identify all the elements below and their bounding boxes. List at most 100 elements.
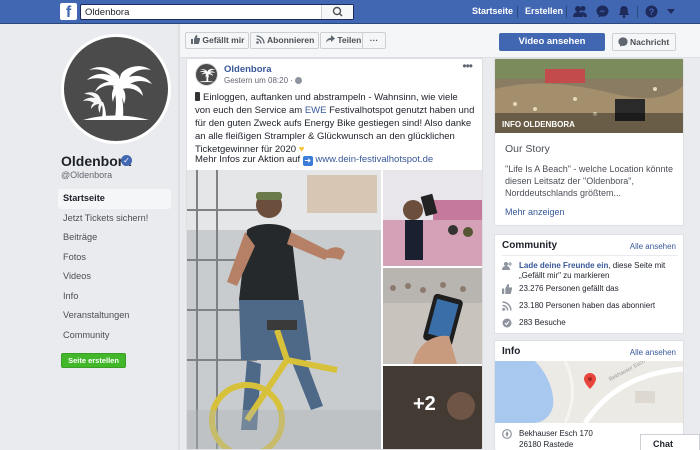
divider [566, 6, 567, 18]
visits-count-text: 283 Besuche [519, 318, 566, 327]
likes-row: 23.276 Personen gefällt das [502, 284, 619, 294]
story-text: "Life Is A Beach" - welche Location könn… [505, 164, 673, 198]
story-cover-image: INFO OLDENBORA [495, 59, 683, 133]
friend-requests-icon[interactable] [573, 5, 587, 18]
messenger-icon[interactable] [596, 5, 609, 18]
post-options-icon[interactable]: ••• [462, 59, 473, 73]
our-story-card[interactable]: INFO OLDENBORA Our Story "Life Is A Beac… [494, 58, 684, 226]
community-see-all-link[interactable]: Alle ansehen [630, 242, 676, 251]
divider [637, 6, 638, 18]
likes-count-text: 23.276 Personen gefällt das [519, 284, 619, 293]
search-button[interactable] [321, 5, 353, 19]
more-info-label: Mehr Infos zur Aktion auf [195, 154, 303, 165]
invite-friends-row: Lade deine Freunde ein, diese Seite mit … [502, 261, 682, 281]
verified-badge-icon: ✓ [121, 155, 132, 166]
watch-video-button[interactable]: Video ansehen [499, 33, 605, 51]
map-pin-icon [584, 373, 596, 389]
info-title[interactable]: Info [502, 346, 520, 357]
nav-home-link[interactable]: Startseite [472, 6, 513, 16]
story-show-more-link[interactable]: Mehr anzeigen [505, 207, 565, 217]
post-author-avatar[interactable] [195, 63, 218, 86]
page-profile-picture[interactable] [61, 34, 171, 144]
follow-page-label: Abonnieren [267, 35, 315, 45]
page-handle[interactable]: @Oldenbora [61, 170, 112, 180]
more-options-button[interactable]: ··· [362, 32, 386, 49]
nav-item-veranstaltungen[interactable]: Veranstaltungen [58, 306, 171, 326]
follow-page-button[interactable]: Abonnieren [250, 32, 319, 49]
divider [517, 6, 518, 18]
more-photos-count: +2 [413, 393, 436, 415]
search-input[interactable] [81, 5, 321, 19]
create-page-button[interactable]: Seite erstellen [61, 353, 126, 368]
nav-item-tickets[interactable]: Jetzt Tickets sichern! [58, 209, 171, 229]
post-more-info: Mehr Infos zur Aktion auf ➜ www.dein-fes… [195, 154, 433, 166]
nav-item-startseite[interactable]: Startseite [58, 189, 171, 209]
compass-location-icon [502, 429, 512, 439]
phone-in-hand-photo-illustration [383, 268, 482, 364]
rss-icon [502, 301, 512, 311]
account-dropdown-icon[interactable] [667, 9, 675, 15]
search-icon [332, 6, 343, 17]
invite-friends-link[interactable]: Lade deine Freunde ein [519, 261, 608, 270]
phone-emoji-icon [195, 92, 200, 101]
info-see-all-link[interactable]: Alle ansehen [630, 348, 676, 357]
post-text: Einloggen, auftanken und abstrampeln - W… [195, 91, 475, 156]
divider [502, 255, 678, 256]
address-line-1: Bekhauser Esch 170 [519, 429, 593, 438]
story-title: Our Story [505, 143, 550, 155]
chat-tab[interactable]: Chat [640, 434, 700, 450]
nav-item-info[interactable]: Info [58, 287, 171, 307]
send-message-label: Nachricht [630, 37, 670, 47]
palm-tree-logo-icon [83, 66, 152, 120]
post-photo-more[interactable]: +2 [383, 366, 482, 449]
post-card: Oldenbora Gestern um 08:20 · ••• Einlogg… [186, 58, 483, 450]
messenger-icon [618, 37, 628, 47]
location-map[interactable]: Bekhauser Esch [495, 361, 683, 423]
thumbs-up-icon [502, 284, 512, 294]
post-photo-3[interactable] [383, 268, 482, 364]
story-cover-label: INFO OLDENBORA [502, 120, 575, 129]
cyclist-photo-illustration [187, 170, 381, 449]
post-author-name[interactable]: Oldenbora [224, 64, 272, 75]
ewe-hashtag-link[interactable]: EWE [305, 105, 327, 116]
share-page-button[interactable]: Teilen [320, 32, 366, 49]
post-timestamp[interactable]: Gestern um 08:20 · [224, 76, 303, 85]
post-time-text: Gestern um 08:20 · [224, 76, 296, 85]
post-photo-main[interactable] [187, 170, 381, 449]
visits-row: 283 Besuche [502, 318, 566, 328]
followers-count-text: 23.180 Personen haben das abonniert [519, 301, 656, 310]
page-navigation: Startseite Jetzt Tickets sichern! Beiträ… [58, 189, 171, 345]
top-navigation-bar: f Startseite Erstellen ? [0, 0, 700, 24]
nav-item-beitraege[interactable]: Beiträge [58, 228, 171, 248]
festival-hotspot-link[interactable]: www.dein-festivalhotspot.de [315, 154, 433, 165]
send-message-button[interactable]: Nachricht [612, 33, 676, 51]
notifications-bell-icon[interactable] [618, 5, 630, 18]
community-title[interactable]: Community [502, 240, 557, 251]
crowd-photo-illustration [383, 170, 482, 266]
like-page-label: Gefällt mir [202, 35, 245, 45]
share-page-label: Teilen [337, 35, 362, 45]
invite-friends-icon [502, 262, 512, 270]
search-box [80, 4, 354, 20]
follows-row: 23.180 Personen haben das abonniert [502, 301, 655, 311]
column-divider [178, 24, 180, 450]
nav-item-community[interactable]: Community [58, 326, 171, 346]
nav-create-link[interactable]: Erstellen [525, 6, 563, 16]
nav-item-fotos[interactable]: Fotos [58, 248, 171, 268]
like-page-button[interactable]: Gefällt mir [185, 32, 249, 49]
palm-tree-logo-icon [198, 68, 216, 83]
map-illustration: Bekhauser Esch [495, 361, 683, 423]
rss-icon [256, 35, 265, 44]
address-row: Bekhauser Esch 170 26180 Rastede [502, 429, 593, 449]
post-photo-2[interactable] [383, 170, 482, 266]
facebook-logo-icon[interactable]: f [60, 3, 77, 20]
svg-text:?: ? [649, 7, 655, 17]
globe-icon [295, 77, 303, 84]
arrow-right-emoji-icon: ➜ [302, 156, 313, 166]
nav-item-videos[interactable]: Videos [58, 267, 171, 287]
community-card: Community Alle ansehen Lade deine Freund… [494, 234, 684, 334]
checkin-icon [502, 318, 512, 328]
thumbs-up-icon [191, 35, 201, 44]
share-arrow-icon [326, 35, 335, 43]
help-icon[interactable]: ? [645, 5, 658, 18]
